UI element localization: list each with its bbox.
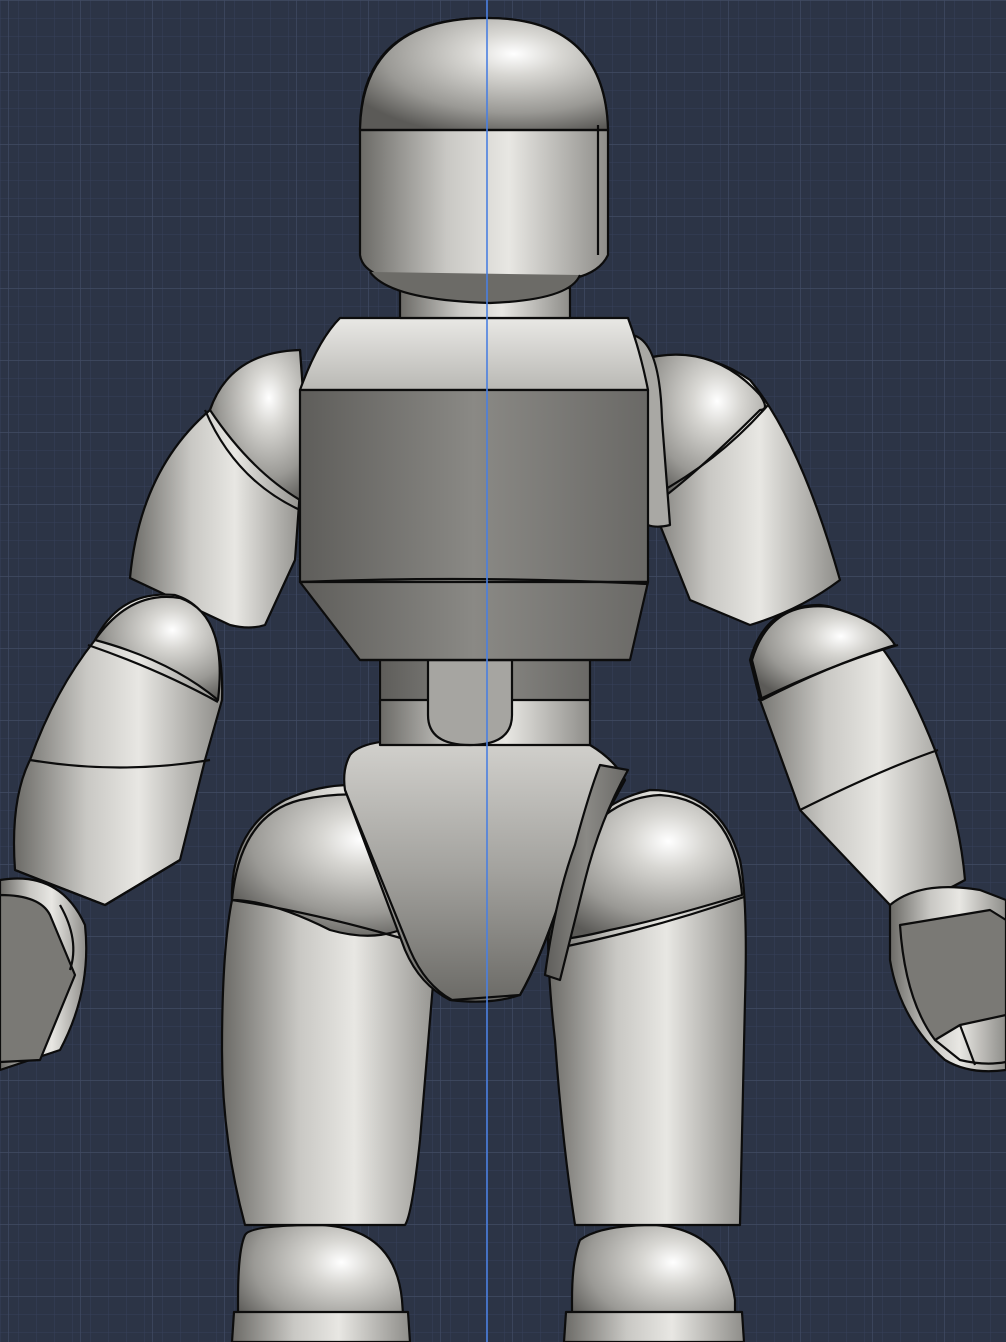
3d-viewport[interactable] [0,0,1006,1342]
torso[interactable] [298,316,650,662]
waist[interactable] [378,653,592,747]
head[interactable] [358,16,610,305]
